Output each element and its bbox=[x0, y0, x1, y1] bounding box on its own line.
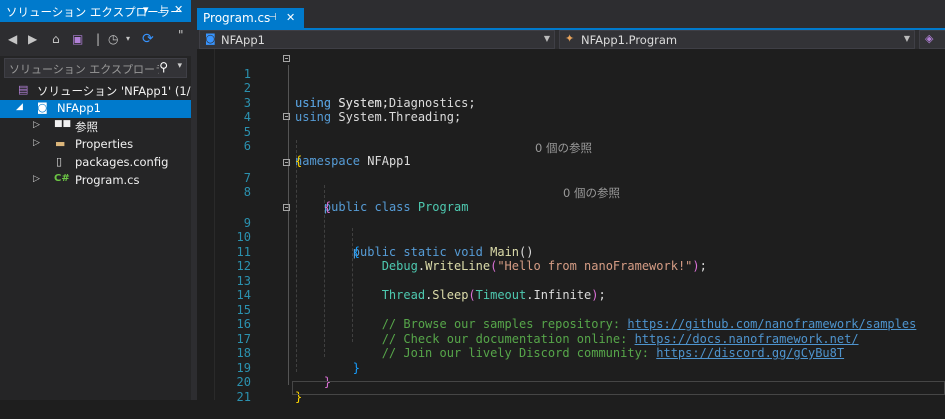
collapse-region-icon[interactable] bbox=[283, 113, 290, 120]
separator: | bbox=[96, 32, 101, 46]
member-icon: ◈ bbox=[925, 32, 934, 45]
member-dropdown[interactable]: ◈ bbox=[919, 30, 945, 49]
tree-item-packages-config[interactable]: ▯ packages.config bbox=[0, 154, 191, 172]
code-line: 7 public class Program bbox=[215, 156, 945, 214]
code-line: 11 Debug.WriteLine("Hello from nanoFrame… bbox=[236, 244, 707, 274]
tree-item-program-cs[interactable]: ▷ C# Program.cs bbox=[0, 172, 191, 190]
solution-explorer-toolbar: ◀ ▶ ⌂ ▣ | ◷ ▾ ⟳ " bbox=[0, 22, 191, 56]
solution-explorer-title: ソリューション エクスプローラー bbox=[6, 5, 182, 19]
code-line: 20 } bbox=[236, 375, 303, 404]
project-icon: ◙ bbox=[37, 101, 48, 114]
solution-icon: ▤ bbox=[18, 83, 29, 96]
code-line: 3 using System.Threading; bbox=[243, 95, 462, 125]
code-line: 6 { bbox=[243, 139, 303, 168]
expand-icon[interactable]: ▷ bbox=[33, 174, 40, 184]
search-icon[interactable]: ⚲ bbox=[159, 60, 168, 74]
code-line: 18 } bbox=[236, 346, 361, 375]
collapse-region-icon[interactable] bbox=[283, 159, 290, 166]
solution-explorer-search[interactable]: ソリューション エクスプローラー の検索 ⚲ ▾ bbox=[4, 58, 187, 78]
tree-project[interactable]: ◢ ◙ NFApp1 bbox=[0, 100, 191, 118]
window-position-dropdown-icon[interactable]: ▾ bbox=[143, 3, 149, 16]
search-input[interactable]: ソリューション エクスプローラー の検索 bbox=[9, 61, 159, 77]
class-icon: ✦ bbox=[565, 32, 575, 45]
collapse-region-icon[interactable] bbox=[283, 55, 290, 62]
class-dropdown[interactable]: ✦ NFApp1.Program ▼ bbox=[559, 30, 915, 49]
references-icon: ■■ bbox=[54, 119, 72, 129]
tree-item-references[interactable]: ▷ ■■ 参照 bbox=[0, 118, 191, 136]
codelens-references[interactable]: 0 個の参照 bbox=[563, 185, 620, 201]
collapse-region-icon[interactable] bbox=[283, 204, 290, 211]
code-line: 16 // Check our documentation online: ht… bbox=[236, 317, 859, 346]
code-line: 9 public static void Main() bbox=[215, 201, 945, 259]
chevron-down-icon: ▼ bbox=[543, 34, 550, 43]
switch-views-icon[interactable]: ▣ bbox=[72, 32, 83, 46]
tree-solution[interactable]: ▤ ソリューション 'NFApp1' (1/1 プロジェクト) bbox=[0, 82, 275, 100]
tree-item-properties[interactable]: ▷ ▬ Properties bbox=[0, 136, 191, 154]
expand-icon[interactable]: ▷ bbox=[33, 120, 40, 130]
close-icon[interactable]: ✕ bbox=[174, 3, 183, 16]
project-dropdown[interactable]: ◙ NFApp1 ▼ bbox=[199, 30, 555, 49]
code-line: 5 namespace NFApp1 bbox=[215, 110, 945, 168]
code-lines: 1 using System; 2 using System.Diagnosti… bbox=[215, 52, 945, 404]
sync-icon[interactable]: ⟳ bbox=[142, 32, 154, 46]
code-line: 13 Thread.Sleep(Timeout.Infinite); bbox=[236, 273, 606, 303]
forward-icon[interactable]: ▶ bbox=[28, 32, 37, 46]
back-icon[interactable]: ◀ bbox=[8, 32, 17, 46]
history-dropdown-icon[interactable]: ▾ bbox=[126, 32, 130, 46]
code-line: 12 bbox=[236, 259, 251, 273]
folder-icon: ▬ bbox=[55, 137, 66, 150]
collapse-icon[interactable]: ◢ bbox=[16, 102, 23, 112]
navigation-bar: ◙ NFApp1 ▼ ✦ NFApp1.Program ▼ ◈ bbox=[197, 30, 945, 49]
code-line: 8 { bbox=[243, 185, 332, 214]
expand-icon[interactable]: ▷ bbox=[33, 138, 40, 148]
tab-program-cs[interactable]: Program.cs ⊣ ✕ bbox=[197, 8, 304, 30]
code-line: 14 bbox=[236, 288, 251, 302]
code-line: 15 // Browse our samples repository: htt… bbox=[236, 302, 917, 332]
history-icon[interactable]: ◷ bbox=[108, 32, 118, 46]
code-line: 19 } bbox=[236, 360, 332, 390]
chevron-down-icon: ▼ bbox=[903, 34, 910, 43]
project-icon: ◙ bbox=[205, 32, 216, 45]
overflow-icon[interactable]: " bbox=[178, 28, 184, 42]
config-file-icon: ▯ bbox=[56, 155, 63, 168]
csharp-file-icon: C# bbox=[54, 173, 70, 184]
tab-close-icon[interactable]: ✕ bbox=[286, 11, 295, 24]
editor-tab-strip bbox=[197, 0, 945, 30]
code-line: 17 // Join our lively Discord community:… bbox=[236, 331, 845, 361]
indicator-margin bbox=[197, 49, 215, 400]
current-line-highlight bbox=[292, 381, 945, 395]
codelens-references[interactable]: 0 個の参照 bbox=[535, 140, 592, 156]
pin-icon[interactable]: ⊥ bbox=[157, 3, 167, 16]
solution-explorer-titlebar: ソリューション エクスプローラー ▾ ⊥ ✕ bbox=[0, 0, 191, 22]
code-line: 1 using System; bbox=[215, 52, 945, 110]
code-line: 10 { bbox=[236, 230, 361, 259]
home-icon[interactable]: ⌂ bbox=[52, 32, 60, 46]
code-line: 2 using System.Diagnostics; bbox=[243, 81, 476, 110]
code-line: 4 bbox=[243, 110, 251, 124]
search-options-icon[interactable]: ▾ bbox=[177, 61, 182, 71]
tab-pin-icon[interactable]: ⊣ bbox=[268, 12, 277, 23]
